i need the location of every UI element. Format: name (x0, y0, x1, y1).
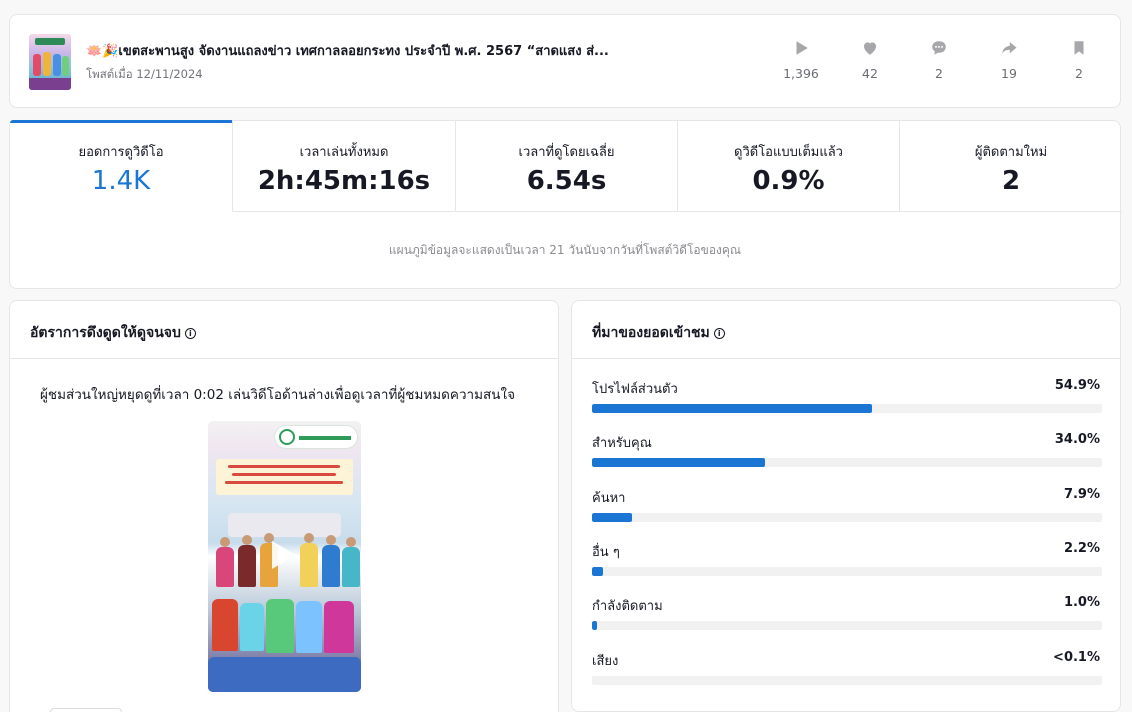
likes-stat: 42 (840, 39, 900, 81)
retention-title-text: อัตราการดึงดูดให้ดูจนจบ (30, 325, 181, 341)
tab-total-play-time[interactable]: เวลาเล่นทั้งหมด 2h:45m:16s (233, 121, 456, 212)
shares-count: 19 (1001, 66, 1017, 81)
likes-count: 42 (862, 66, 878, 81)
traffic-source-bar-track (592, 404, 1102, 413)
traffic-source-label: สำหรับคุณ (592, 436, 652, 451)
retention-card: อัตราการดึงดูดให้ดูจนจบ i ผู้ชมส่วนใหญ่หย… (9, 300, 559, 712)
traffic-source-label: อื่น ๆ (592, 545, 620, 560)
post-date: โพสต์เมื่อ 12/11/2024 (86, 67, 203, 81)
comment-icon (932, 41, 946, 55)
video-banner (216, 459, 353, 495)
traffic-source-card: ที่มาของยอดเข้าชม i โปรไฟล์ส่วนตัว 54.9% สำ… (571, 300, 1121, 712)
divider (10, 358, 558, 359)
traffic-source-bar-fill (592, 621, 597, 630)
traffic-source-percent: 2.2% (1063, 541, 1100, 556)
traffic-source-percent: 54.9% (1054, 378, 1100, 393)
heart-icon (864, 42, 876, 55)
bookmark-icon (1074, 41, 1084, 55)
video-stage-backdrop (228, 513, 341, 537)
traffic-source-bar-track (592, 513, 1102, 522)
traffic-source-percent: 1.0% (1063, 595, 1100, 610)
plays-stat: 1,396 (771, 39, 831, 81)
tab-value: 1.4K (91, 166, 151, 196)
tab-value: 2 (1001, 166, 1021, 196)
saves-count: 2 (1075, 66, 1083, 81)
tab-label: ผู้ติดตามใหม่ (974, 145, 1048, 160)
traffic-source-percent: 7.9% (1063, 487, 1100, 502)
retention-title: อัตราการดึงดูดให้ดูจนจบ i (30, 322, 196, 344)
divider (572, 358, 1120, 359)
metrics-card: ยอดการดูวิดีโอ 1.4K เวลาเล่นทั้งหมด 2h:4… (9, 120, 1122, 289)
traffic-source-percent: 34.0% (1054, 432, 1100, 447)
tab-label: เวลาเล่นทั้งหมด (299, 145, 389, 160)
tab-value: 0.9% (752, 166, 825, 196)
play-icon (796, 41, 808, 55)
district-logo (274, 425, 358, 449)
traffic-title-text: ที่มาของยอดเข้าชม (592, 325, 710, 341)
traffic-source-bar-fill (592, 404, 872, 413)
video-player[interactable] (208, 421, 361, 692)
traffic-source-bar-fill (592, 567, 603, 576)
tab-average-watch-time[interactable]: เวลาที่ดูโดยเฉลี่ย 6.54s (456, 121, 678, 212)
traffic-source-label: กำลังติดตาม (592, 599, 663, 614)
post-title: 🪷🎉เขตสะพานสูง จัดงานแถลงข่าว เทศกาลลอยกร… (86, 44, 609, 59)
traffic-source-label: ค้นหา (592, 491, 626, 506)
tab-label: ยอดการดูวิดีโอ (78, 145, 164, 160)
traffic-source-bar-track (592, 567, 1102, 576)
traffic-source-bar-fill (592, 513, 632, 522)
traffic-source-label: โปรไฟล์ส่วนตัว (592, 382, 678, 397)
traffic-source-percent: <0.1% (1053, 650, 1100, 665)
tab-new-followers[interactable]: ผู้ติดตามใหม่ 2 (900, 121, 1122, 212)
traffic-source-bar-track (592, 621, 1102, 630)
tab-value: 6.54s (526, 166, 607, 196)
retention-chart-toggle[interactable] (50, 708, 122, 712)
tab-video-views[interactable]: ยอดการดูวิดีโอ 1.4K (10, 120, 233, 212)
chart-notice: แผนภูมิข้อมูลจะแสดงเป็นเวลา 21 วันนับจาก… (388, 243, 742, 257)
tab-watched-full-video[interactable]: ดูวิดีโอแบบเต็มแล้ว 0.9% (678, 121, 900, 212)
comments-count: 2 (935, 66, 943, 81)
retention-description: ผู้ชมส่วนใหญ่หยุดดูที่เวลา 0:02 เล่นวิดี… (40, 387, 515, 403)
shares-stat: 19 (979, 39, 1039, 81)
traffic-source-bar-fill (592, 458, 765, 467)
play-overlay-icon[interactable] (272, 541, 296, 569)
share-icon (1002, 42, 1017, 54)
post-summary-card: 🪷🎉เขตสะพานสูง จัดงานแถลงข่าว เทศกาลลอยกร… (9, 14, 1121, 108)
tab-label: ดูวิดีโอแบบเต็มแล้ว (734, 145, 843, 160)
tab-label: เวลาที่ดูโดยเฉลี่ย (518, 145, 615, 160)
plays-count: 1,396 (783, 66, 819, 81)
traffic-source-bar-track (592, 458, 1102, 467)
traffic-title: ที่มาของยอดเข้าชม i (592, 322, 725, 344)
traffic-source-label: เสียง (592, 654, 619, 669)
traffic-source-bar-track (592, 676, 1102, 685)
comments-stat: 2 (909, 39, 969, 81)
post-thumbnail[interactable] (29, 34, 71, 90)
saves-stat: 2 (1049, 39, 1109, 81)
info-icon[interactable]: i (713, 328, 725, 339)
info-icon[interactable]: i (184, 328, 196, 339)
tab-value: 2h:45m:16s (257, 166, 431, 196)
